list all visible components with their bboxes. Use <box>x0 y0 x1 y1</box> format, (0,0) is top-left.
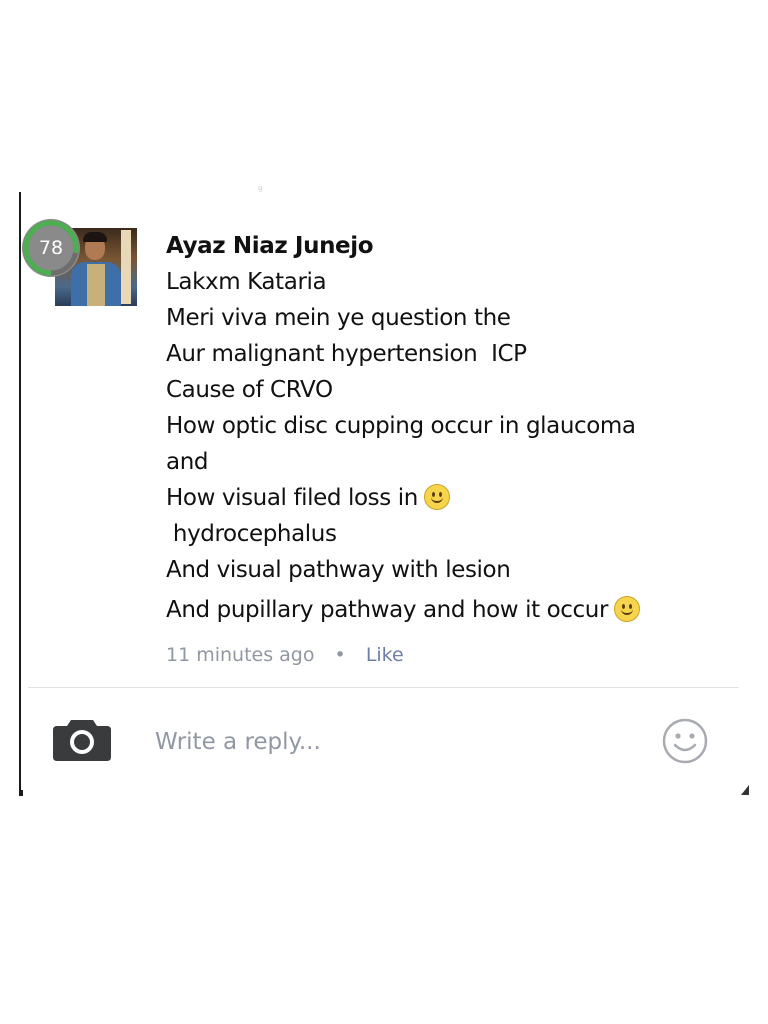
comment-body: Ayaz Niaz Junejo Lakxm Kataria Meri viva… <box>166 228 726 628</box>
comment-timestamp[interactable]: 11 minutes ago <box>166 644 315 666</box>
clipped-text-fragment: ᵍ <box>258 183 263 193</box>
reply-input[interactable] <box>155 722 635 762</box>
like-link[interactable]: Like <box>366 644 404 666</box>
comment-line: Cause of CRVO <box>166 377 333 403</box>
comment-meta: 11 minutes ago • Like <box>166 641 404 669</box>
comment-line: And visual pathway with lesion <box>166 557 511 583</box>
comment-line: And pupillary pathway and how it occur <box>166 592 726 628</box>
comment-line: hydrocephalus <box>166 521 337 547</box>
resize-handle[interactable] <box>741 785 749 795</box>
panel-corner-left <box>19 790 23 796</box>
camera-icon[interactable] <box>53 717 111 761</box>
comment-line: How optic disc cupping occur in glaucoma <box>166 413 636 439</box>
smiley-emoji-icon <box>614 596 641 622</box>
divider <box>28 687 739 688</box>
meta-separator: • <box>334 644 346 666</box>
score-badge: 78 <box>22 219 80 277</box>
comment-line: Meri viva mein ye question the <box>166 305 511 331</box>
smiley-face-icon[interactable] <box>661 717 709 765</box>
comment-line: Aur malignant hypertension ICP <box>166 341 527 367</box>
score-value: 78 <box>38 237 64 259</box>
comment-line: and <box>166 449 209 475</box>
smiley-emoji-icon <box>423 484 450 510</box>
comment-line: How visual filed loss in <box>166 480 726 516</box>
comment-line: Lakxm Kataria <box>166 269 327 295</box>
comment-author[interactable]: Ayaz Niaz Junejo <box>166 228 726 264</box>
